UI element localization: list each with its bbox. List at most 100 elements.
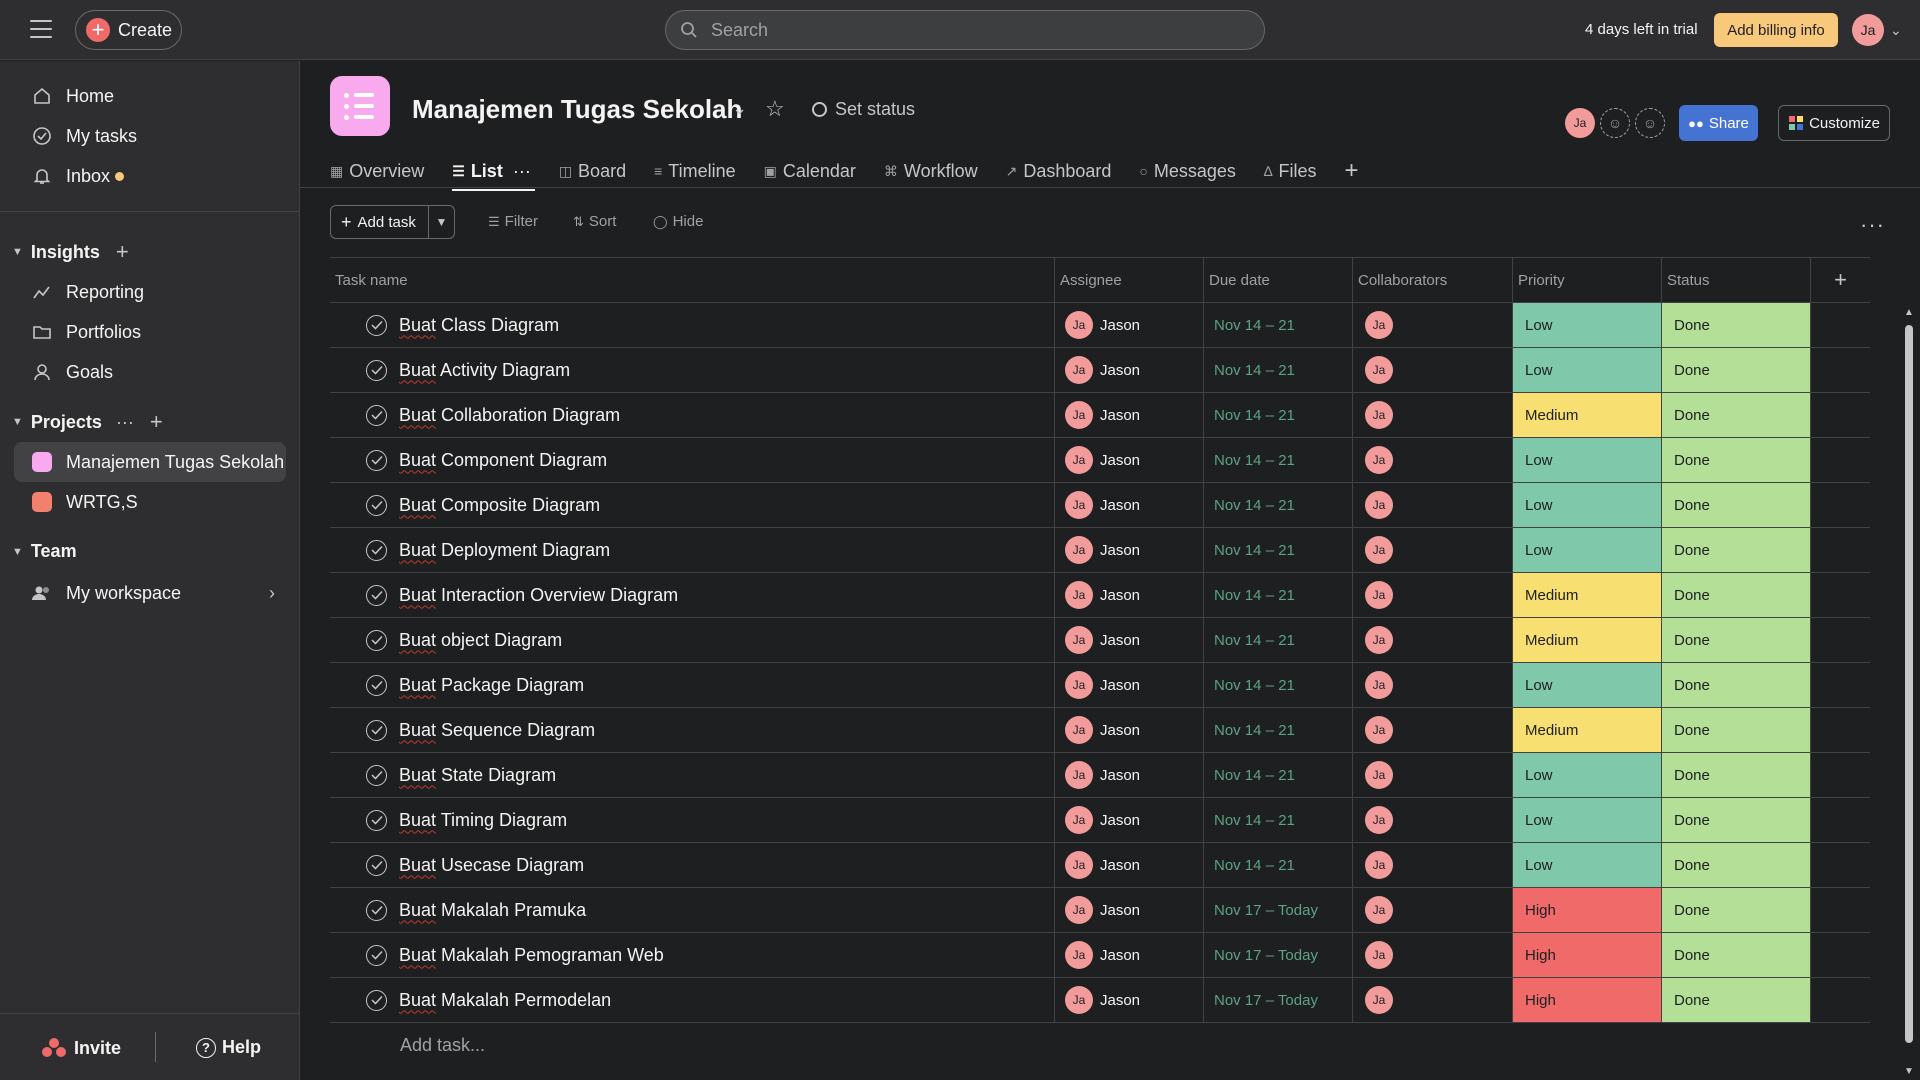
team-header[interactable]: ▼ Team (12, 541, 77, 562)
table-row[interactable]: Buat Timing Diagram Ja Jason Nov 14 – 21 Ja L… (330, 798, 1870, 843)
table-row[interactable]: Buat Class Diagram Ja Jason Nov 14 – 21 Ja Lo… (330, 303, 1870, 348)
sidebar-item-inbox[interactable]: Inbox (30, 164, 125, 188)
status-cell[interactable]: Done (1661, 618, 1810, 662)
add-icon[interactable]: + (116, 239, 129, 265)
task-name[interactable]: Buat Collaboration Diagram (399, 405, 620, 426)
status-cell[interactable]: Done (1661, 798, 1810, 842)
task-name-cell[interactable]: Buat Activity Diagram (330, 348, 1054, 392)
check-circle-icon[interactable] (366, 989, 387, 1011)
task-name[interactable]: Buat Makalah Pramuka (399, 900, 586, 921)
assignee-cell[interactable]: Ja Jason (1054, 663, 1203, 707)
sidebar-project-manajemen[interactable]: Manajemen Tugas Sekolah (14, 442, 286, 482)
tab-calendar[interactable]: ▣ Calendar (764, 155, 856, 187)
scroll-up-icon[interactable]: ▲ (1904, 307, 1914, 318)
hide-button[interactable]: ◯ Hide (653, 213, 703, 230)
check-circle-icon[interactable] (366, 404, 387, 426)
priority-cell[interactable]: Medium (1512, 618, 1661, 662)
status-cell[interactable]: Done (1661, 933, 1810, 977)
status-cell[interactable]: Done (1661, 573, 1810, 617)
assignee-cell[interactable]: Ja Jason (1054, 303, 1203, 347)
check-circle-icon[interactable] (366, 449, 387, 471)
due-date-cell[interactable]: Nov 14 – 21 (1203, 663, 1352, 707)
task-name[interactable]: Buat Activity Diagram (399, 360, 570, 381)
column-header-assignee[interactable]: Assignee (1054, 258, 1203, 302)
assignee-cell[interactable]: Ja Jason (1054, 528, 1203, 572)
collaborators-cell[interactable]: Ja (1352, 933, 1512, 977)
priority-cell[interactable]: Low (1512, 483, 1661, 527)
priority-cell[interactable]: Low (1512, 663, 1661, 707)
add-tab-button[interactable]: + (1345, 155, 1359, 187)
sidebar-item-home[interactable]: Home (30, 84, 114, 108)
tab-workflow[interactable]: ⌘ Workflow (884, 155, 978, 187)
due-date-cell[interactable]: Nov 14 – 21 (1203, 618, 1352, 662)
menu-icon[interactable] (30, 20, 52, 38)
task-name-cell[interactable]: Buat State Diagram (330, 753, 1054, 797)
task-name[interactable]: Buat Makalah Permodelan (399, 990, 611, 1011)
check-circle-icon[interactable] (366, 719, 387, 741)
column-header-due-date[interactable]: Due date (1203, 258, 1352, 302)
table-row[interactable]: Buat Makalah Pramuka Ja Jason Nov 17 – Toda… (330, 888, 1870, 933)
check-circle-icon[interactable] (366, 899, 387, 921)
task-name-cell[interactable]: Buat Makalah Pramuka (330, 888, 1054, 932)
tab-messages[interactable]: ○ Messages (1139, 155, 1236, 187)
collaborators-cell[interactable]: Ja (1352, 303, 1512, 347)
assignee-cell[interactable]: Ja Jason (1054, 843, 1203, 887)
column-header-collaborators[interactable]: Collaborators (1352, 258, 1512, 302)
check-circle-icon[interactable] (366, 314, 387, 336)
status-cell[interactable]: Done (1661, 348, 1810, 392)
task-name-cell[interactable]: Buat Composite Diagram (330, 483, 1054, 527)
assignee-cell[interactable]: Ja Jason (1054, 483, 1203, 527)
due-date-cell[interactable]: Nov 14 – 21 (1203, 798, 1352, 842)
task-name[interactable]: Buat Deployment Diagram (399, 540, 610, 561)
assignee-cell[interactable]: Ja Jason (1054, 753, 1203, 797)
tab-overview[interactable]: ▦ Overview (330, 155, 424, 187)
sort-button[interactable]: ⇅ Sort (573, 213, 616, 230)
more-icon[interactable]: ··· (513, 161, 531, 182)
person-icon[interactable]: ☺ (1600, 108, 1630, 138)
task-name[interactable]: Buat State Diagram (399, 765, 556, 786)
task-name-cell[interactable]: Buat Interaction Overview Diagram (330, 573, 1054, 617)
add-billing-button[interactable]: Add billing info (1714, 13, 1838, 47)
task-name[interactable]: Buat Sequence Diagram (399, 720, 595, 741)
assignee-cell[interactable]: Ja Jason (1054, 393, 1203, 437)
collaborators-cell[interactable]: Ja (1352, 663, 1512, 707)
add-icon[interactable]: + (150, 409, 163, 435)
assignee-cell[interactable]: Ja Jason (1054, 618, 1203, 662)
due-date-cell[interactable]: Nov 14 – 21 (1203, 573, 1352, 617)
priority-cell[interactable]: Medium (1512, 393, 1661, 437)
share-button[interactable]: ●● Share (1679, 105, 1758, 141)
task-name-cell[interactable]: Buat Collaboration Diagram (330, 393, 1054, 437)
sidebar-item-goals[interactable]: Goals (30, 360, 113, 384)
tab-files[interactable]: ∆ Files (1264, 155, 1317, 187)
assignee-cell[interactable]: Ja Jason (1054, 888, 1203, 932)
user-avatar[interactable]: Ja (1852, 14, 1884, 46)
status-cell[interactable]: Done (1661, 663, 1810, 707)
collaborators-cell[interactable]: Ja (1352, 843, 1512, 887)
add-task-row[interactable]: Add task... (330, 1023, 1870, 1068)
due-date-cell[interactable]: Nov 14 – 21 (1203, 348, 1352, 392)
check-circle-icon[interactable] (366, 674, 387, 696)
collaborators-cell[interactable]: Ja (1352, 528, 1512, 572)
task-name-cell[interactable]: Buat Makalah Permodelan (330, 978, 1054, 1022)
due-date-cell[interactable]: Nov 17 – Today (1203, 888, 1352, 932)
task-name[interactable]: Buat Class Diagram (399, 315, 559, 336)
create-button[interactable]: + Create (75, 10, 182, 50)
priority-cell[interactable]: Medium (1512, 573, 1661, 617)
scrollbar[interactable]: ▲ ▼ (1904, 307, 1914, 1077)
task-name[interactable]: Buat Timing Diagram (399, 810, 567, 831)
scroll-down-icon[interactable]: ▼ (1904, 1066, 1914, 1077)
due-date-cell[interactable]: Nov 14 – 21 (1203, 483, 1352, 527)
table-row[interactable]: Buat object Diagram Ja Jason Nov 14 – 21 Ja M… (330, 618, 1870, 663)
table-row[interactable]: Buat Component Diagram Ja Jason Nov 14 – 21… (330, 438, 1870, 483)
table-row[interactable]: Buat State Diagram Ja Jason Nov 14 – 21 Ja Lo… (330, 753, 1870, 798)
collaborators-cell[interactable]: Ja (1352, 483, 1512, 527)
priority-cell[interactable]: Low (1512, 753, 1661, 797)
table-row[interactable]: Buat Makalah Pemograman Web Ja Jason Nov 17… (330, 933, 1870, 978)
more-icon[interactable]: ··· (116, 412, 134, 433)
check-circle-icon[interactable] (366, 944, 387, 966)
search-input[interactable]: Search (665, 10, 1265, 50)
priority-cell[interactable]: Low (1512, 843, 1661, 887)
tab-board[interactable]: ◫ Board (559, 155, 626, 187)
scrollbar-thumb[interactable] (1905, 325, 1913, 1043)
due-date-cell[interactable]: Nov 14 – 21 (1203, 528, 1352, 572)
